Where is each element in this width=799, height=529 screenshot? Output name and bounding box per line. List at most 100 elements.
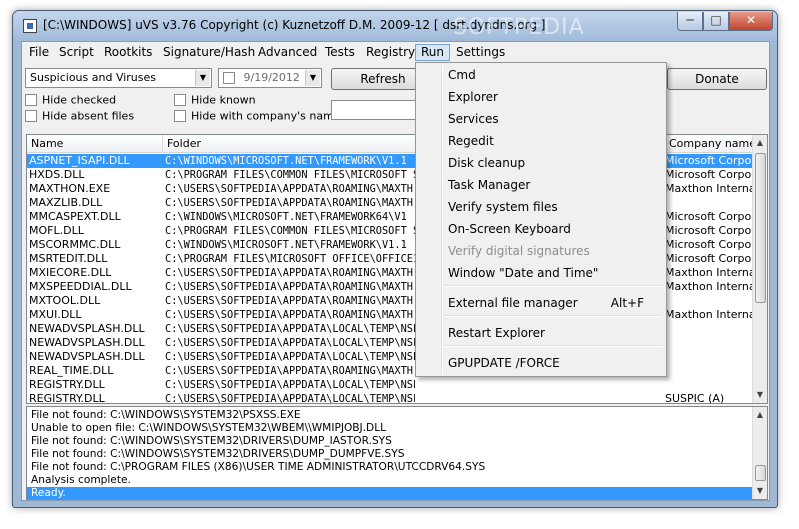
cell-company: Maxthon International bbox=[665, 280, 755, 293]
log-line: File not found: C:\WINDOWS\SYSTEM32\DRIV… bbox=[31, 448, 405, 460]
menu-item-regedit[interactable]: Regedit bbox=[448, 131, 662, 151]
table-row[interactable]: REGISTRY.DLL C:\USERS\SOFTPEDIA\APPDATA\L… bbox=[27, 392, 757, 404]
cell-name: REGISTRY.DLL bbox=[29, 392, 105, 404]
menu-item-restart-explorer[interactable]: Restart Explorer bbox=[448, 323, 662, 343]
menu-item-label: Task Manager bbox=[448, 178, 531, 192]
menu-gutter bbox=[441, 65, 443, 374]
hide-absent-checkbox[interactable]: Hide absent files bbox=[25, 109, 134, 123]
menu-separator bbox=[444, 285, 662, 287]
menu-item-disk-cleanup[interactable]: Disk cleanup bbox=[448, 153, 662, 173]
cell-folder: C:\PROGRAM FILES\MICROSOFT OFFICE\OFFICE… bbox=[165, 253, 415, 265]
menu-item-cmd[interactable]: Cmd bbox=[448, 65, 662, 85]
menu-tests[interactable]: Tests bbox=[319, 44, 361, 61]
date-checkbox[interactable] bbox=[223, 71, 240, 84]
menu-script[interactable]: Script bbox=[53, 44, 100, 61]
title-bar[interactable]: [C:\WINDOWS] uVS v3.76 Copyright (c) Kuz… bbox=[13, 11, 777, 41]
cell-name: REGISTRY.DLL bbox=[29, 378, 105, 391]
app-icon bbox=[23, 19, 37, 33]
run-menu-dropdown: Cmd Explorer Services Regedit Disk cleanup Ta… bbox=[415, 62, 667, 377]
scroll-thumb[interactable] bbox=[755, 153, 766, 303]
cell-company: Microsoft Corporation bbox=[665, 154, 755, 167]
menu-run[interactable]: Run bbox=[415, 44, 451, 61]
cell-company: Maxthon International bbox=[665, 266, 755, 279]
cell-company: Microsoft Corporation bbox=[665, 238, 755, 251]
column-company[interactable]: Company name bbox=[665, 135, 757, 153]
cell-company bbox=[665, 378, 755, 392]
menu-registry[interactable]: Registry bbox=[360, 44, 421, 61]
hide-checked-label: Hide checked bbox=[42, 93, 117, 107]
menu-item-services[interactable]: Services bbox=[448, 109, 662, 129]
log-panel[interactable]: File not found: C:\WINDOWS\SYSTEM32\PSXS… bbox=[26, 406, 768, 500]
chevron-down-icon: ▼ bbox=[195, 70, 210, 86]
cell-folder: C:\USERS\SOFTPEDIA\APPDATA\ROAMING\MAXTH bbox=[165, 295, 413, 307]
cell-company: Microsoft Corporation bbox=[665, 252, 755, 265]
menu-item-label: Verify system files bbox=[448, 200, 558, 214]
cell-company: Maxthon International bbox=[665, 308, 755, 321]
menu-bar: File Script Rootkits Signature/Hash Adva… bbox=[22, 42, 769, 62]
maximize-button[interactable]: □ bbox=[703, 12, 729, 31]
menu-item-label: External file manager bbox=[448, 296, 578, 310]
cell-folder: C:\USERS\SOFTPEDIA\APPDATA\ROAMING\MAXTH bbox=[165, 197, 413, 209]
menu-item-label: Disk cleanup bbox=[448, 156, 526, 170]
menu-item-explorer[interactable]: Explorer bbox=[448, 87, 662, 107]
menu-item-on-screen-keyboard[interactable]: On-Screen Keyboard bbox=[448, 219, 662, 239]
cell-folder: C:\WINDOWS\MICROSOFT.NET\FRAMEWORK\V1.1 bbox=[165, 239, 407, 251]
cell-name: REAL_TIME.DLL bbox=[29, 364, 114, 377]
hide-company-checkbox[interactable]: Hide with company's name bbox=[174, 109, 341, 123]
chevron-down-icon: ▼ bbox=[305, 70, 320, 86]
cell-folder: C:\USERS\SOFTPEDIA\APPDATA\LOCAL\TEMP\NS… bbox=[165, 379, 415, 391]
cell-name: MXUI.DLL bbox=[29, 308, 82, 321]
close-button[interactable]: ✕ bbox=[729, 12, 773, 31]
list-scrollbar[interactable]: ▲ ▼ bbox=[752, 135, 767, 403]
cell-folder: C:\USERS\SOFTPEDIA\APPDATA\ROAMING\MAXTH bbox=[165, 183, 413, 195]
date-picker[interactable]: 9/19/2012 ▼ bbox=[218, 68, 322, 88]
cell-name: NEWADVSPLASH.DLL bbox=[29, 322, 145, 335]
menu-settings[interactable]: Settings bbox=[450, 44, 511, 61]
cell-company bbox=[665, 196, 755, 210]
table-row[interactable]: REGISTRY.DLL C:\USERS\SOFTPEDIA\APPDATA\L… bbox=[27, 378, 757, 392]
scroll-down-icon[interactable]: ▼ bbox=[753, 387, 767, 403]
log-line: Unable to open file: C:\WINDOWS\SYSTEM32… bbox=[31, 422, 387, 434]
log-line: File not found: C:\PROGRAM FILES (X86)\U… bbox=[31, 461, 486, 473]
menu-item-label: Window "Date and Time" bbox=[448, 266, 599, 280]
cell-folder: C:\USERS\SOFTPEDIA\APPDATA\LOCAL\TEMP\NS… bbox=[165, 337, 415, 349]
cell-folder: C:\USERS\SOFTPEDIA\APPDATA\LOCAL\TEMP\NS… bbox=[165, 323, 415, 335]
menu-item-gpupdate-force[interactable]: GPUPDATE /FORCE bbox=[448, 353, 662, 373]
menu-item-task-manager[interactable]: Task Manager bbox=[448, 175, 662, 195]
menu-item-shortcut: Alt+F bbox=[610, 296, 644, 310]
column-name[interactable]: Name bbox=[27, 135, 163, 153]
scroll-up-icon[interactable]: ▲ bbox=[753, 407, 767, 423]
cell-name: MSCORMMC.DLL bbox=[29, 238, 121, 251]
cell-name: MAXZLIB.DLL bbox=[29, 196, 103, 209]
hide-known-label: Hide known bbox=[191, 93, 256, 107]
log-line: Analysis complete. bbox=[31, 474, 131, 486]
cell-company: Microsoft Corporation bbox=[665, 168, 755, 181]
menu-advanced[interactable]: Advanced bbox=[252, 44, 323, 61]
cell-company: Microsoft Corporation bbox=[665, 224, 755, 237]
cell-company bbox=[665, 350, 755, 364]
minimize-button[interactable]: ─ bbox=[677, 12, 703, 31]
hide-known-checkbox[interactable]: Hide known bbox=[174, 93, 256, 107]
cell-name: MXTOOL.DLL bbox=[29, 294, 101, 307]
menu-file[interactable]: File bbox=[23, 44, 55, 61]
menu-item-verify-system-files[interactable]: Verify system files bbox=[448, 197, 662, 217]
scroll-up-icon[interactable]: ▲ bbox=[753, 135, 767, 151]
scroll-down-icon[interactable]: ▼ bbox=[753, 483, 767, 499]
cell-company: Maxthon International bbox=[665, 182, 755, 195]
cell-company: SUSPIC (A) bbox=[665, 392, 725, 404]
menu-separator bbox=[444, 345, 662, 347]
cell-name: MSRTEDIT.DLL bbox=[29, 252, 108, 265]
menu-rootkits[interactable]: Rootkits bbox=[98, 44, 158, 61]
date-value: 9/19/2012 bbox=[243, 71, 300, 84]
menu-item-window-date-and-time[interactable]: Window "Date and Time" bbox=[448, 263, 662, 283]
log-scrollbar[interactable]: ▲ ▼ bbox=[752, 407, 767, 499]
menu-item-external-file-manager[interactable]: External file manager Alt+F bbox=[448, 293, 662, 313]
menu-signature-hash[interactable]: Signature/Hash bbox=[157, 44, 261, 61]
cell-folder: C:\PROGRAM FILES\COMMON FILES\MICROSOFT … bbox=[165, 225, 415, 237]
hide-checked-checkbox[interactable]: Hide checked bbox=[25, 93, 116, 107]
donate-button[interactable]: Donate bbox=[667, 68, 767, 90]
cell-folder: C:\PROGRAM FILES\COMMON FILES\MICROSOFT … bbox=[165, 169, 415, 181]
scroll-thumb[interactable] bbox=[755, 465, 766, 481]
log-line: File not found: C:\WINDOWS\SYSTEM32\DRIV… bbox=[31, 435, 392, 447]
filter-select[interactable]: Suspicious and Viruses ▼ bbox=[25, 68, 212, 88]
